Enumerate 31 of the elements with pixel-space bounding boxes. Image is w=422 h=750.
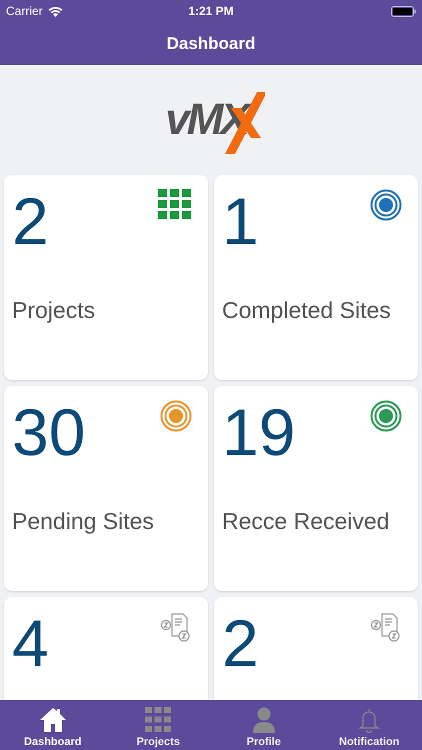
stat-count: 30 xyxy=(12,396,86,468)
stat-card[interactable]: 2 xyxy=(214,597,418,700)
tab-item[interactable]: Notification xyxy=(316,700,422,750)
stat-label: Recce Received xyxy=(222,508,390,535)
wifi-icon xyxy=(48,6,63,16)
person-icon xyxy=(252,707,275,733)
stat-count: 19 xyxy=(222,396,296,468)
tab-item[interactable]: Projects xyxy=(106,700,211,750)
battery-icon xyxy=(390,6,416,16)
stat-label: Projects xyxy=(12,297,96,324)
stat-label: Completed Sites xyxy=(222,297,392,324)
clock-time: 1:21 PM xyxy=(188,4,234,18)
document-icon xyxy=(160,611,192,643)
bell-icon xyxy=(358,707,380,733)
home-icon xyxy=(38,707,67,733)
stat-card[interactable]: 4 xyxy=(4,597,208,700)
tab-item[interactable]: Dashboard xyxy=(0,700,106,750)
screen-title: Dashboard xyxy=(166,32,256,54)
stat-label: Pending Sites xyxy=(12,508,155,535)
stat-card[interactable]: 2 Projects xyxy=(4,175,208,380)
stat-card[interactable]: 19 Recce Received xyxy=(214,386,418,591)
stat-count: 2 xyxy=(12,185,49,257)
stat-card[interactable]: 30 Pending Sites xyxy=(4,386,208,591)
document-icon xyxy=(370,611,402,643)
stat-count: 1 xyxy=(222,185,259,257)
carrier-label: Carrier xyxy=(6,4,43,18)
stat-count: 2 xyxy=(222,607,259,679)
stat-card[interactable]: 1 Completed Sites xyxy=(214,175,418,380)
tab-item[interactable]: Profile xyxy=(211,700,316,750)
stat-count: 4 xyxy=(12,607,49,679)
grid-icon xyxy=(145,707,172,733)
